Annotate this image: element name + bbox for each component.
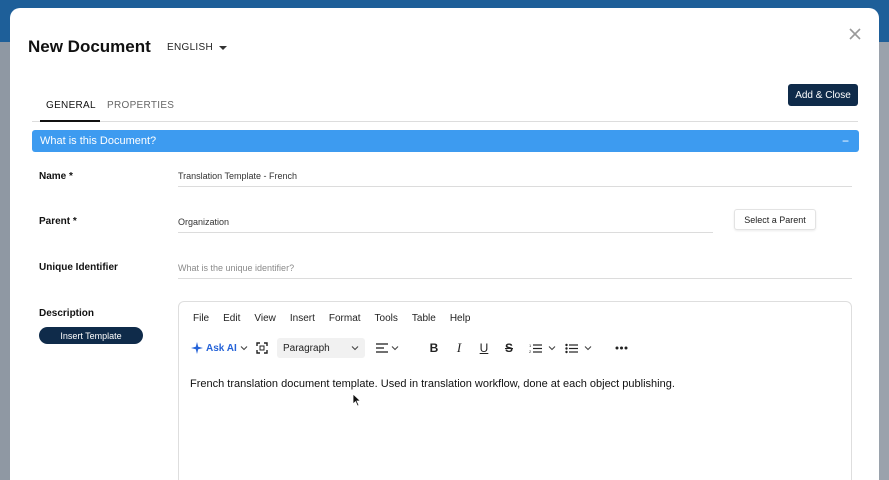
align-left-icon: [375, 343, 388, 353]
new-document-modal: New Document ENGLISH Add & Close GENERAL…: [10, 8, 879, 480]
parent-label: Parent *: [39, 216, 77, 227]
name-input[interactable]: Translation Template - French: [178, 167, 852, 187]
rich-text-editor: File Edit View Insert Format Tools Table…: [178, 301, 852, 480]
menu-format[interactable]: Format: [329, 313, 361, 324]
language-dropdown[interactable]: ENGLISH: [167, 42, 228, 53]
collapse-icon[interactable]: −: [842, 134, 849, 148]
parent-input[interactable]: Organization: [178, 213, 713, 233]
italic-icon[interactable]: I: [452, 338, 466, 358]
unique-identifier-input[interactable]: What is the unique identifier?: [178, 259, 852, 279]
more-options-icon[interactable]: [613, 338, 629, 358]
block-format-value: Paragraph: [283, 342, 330, 354]
chevron-down-icon: [548, 346, 555, 351]
svg-text:1: 1: [529, 343, 532, 348]
menu-edit[interactable]: Edit: [223, 313, 240, 324]
tab-general[interactable]: GENERAL: [46, 100, 96, 111]
chevron-down-icon: [584, 346, 591, 351]
language-label: ENGLISH: [167, 42, 214, 53]
menu-help[interactable]: Help: [450, 313, 471, 324]
menu-view[interactable]: View: [254, 313, 276, 324]
ask-ai-button[interactable]: Ask AI: [191, 338, 248, 358]
tab-bar: GENERAL PROPERTIES: [32, 96, 858, 122]
fullscreen-icon[interactable]: [255, 338, 269, 358]
select-parent-button[interactable]: Select a Parent: [734, 209, 816, 230]
bullet-list-icon: [564, 343, 578, 353]
bullet-list-dropdown[interactable]: [563, 338, 593, 358]
editor-toolbar: Ask AI Paragraph B I U S 1 2: [191, 338, 841, 358]
chevron-down-icon: [351, 346, 359, 351]
active-tab-indicator: [40, 120, 100, 122]
bold-icon[interactable]: B: [427, 338, 441, 358]
numbered-list-dropdown[interactable]: 1 2: [527, 338, 557, 358]
menu-tools[interactable]: Tools: [375, 313, 398, 324]
modal-title: New Document: [28, 37, 151, 56]
menu-table[interactable]: Table: [412, 313, 436, 324]
caret-down-icon: [219, 45, 228, 50]
section-header[interactable]: What is this Document? −: [32, 130, 859, 152]
section-title: What is this Document?: [40, 135, 157, 147]
ask-ai-label: Ask AI: [206, 342, 237, 354]
sparkle-icon: [191, 342, 203, 354]
name-label: Name *: [39, 171, 73, 182]
strikethrough-icon[interactable]: S: [502, 338, 516, 358]
description-label: Description: [39, 308, 95, 319]
mouse-pointer-icon: [352, 393, 362, 407]
chevron-down-icon: [240, 346, 248, 351]
unique-identifier-label: Unique Identifier: [39, 262, 118, 273]
align-dropdown[interactable]: [373, 338, 401, 358]
tab-properties[interactable]: PROPERTIES: [107, 100, 174, 111]
menu-insert[interactable]: Insert: [290, 313, 315, 324]
svg-text:2: 2: [529, 349, 532, 354]
insert-template-button[interactable]: Insert Template: [39, 327, 143, 344]
numbered-list-icon: 1 2: [529, 343, 542, 354]
editor-content[interactable]: French translation document template. Us…: [190, 378, 675, 390]
block-format-select[interactable]: Paragraph: [277, 338, 365, 358]
editor-menubar: File Edit View Insert Format Tools Table…: [193, 313, 484, 324]
menu-file[interactable]: File: [193, 313, 209, 324]
underline-icon[interactable]: U: [477, 338, 491, 358]
close-icon[interactable]: [847, 26, 863, 42]
chevron-down-icon: [391, 346, 398, 351]
